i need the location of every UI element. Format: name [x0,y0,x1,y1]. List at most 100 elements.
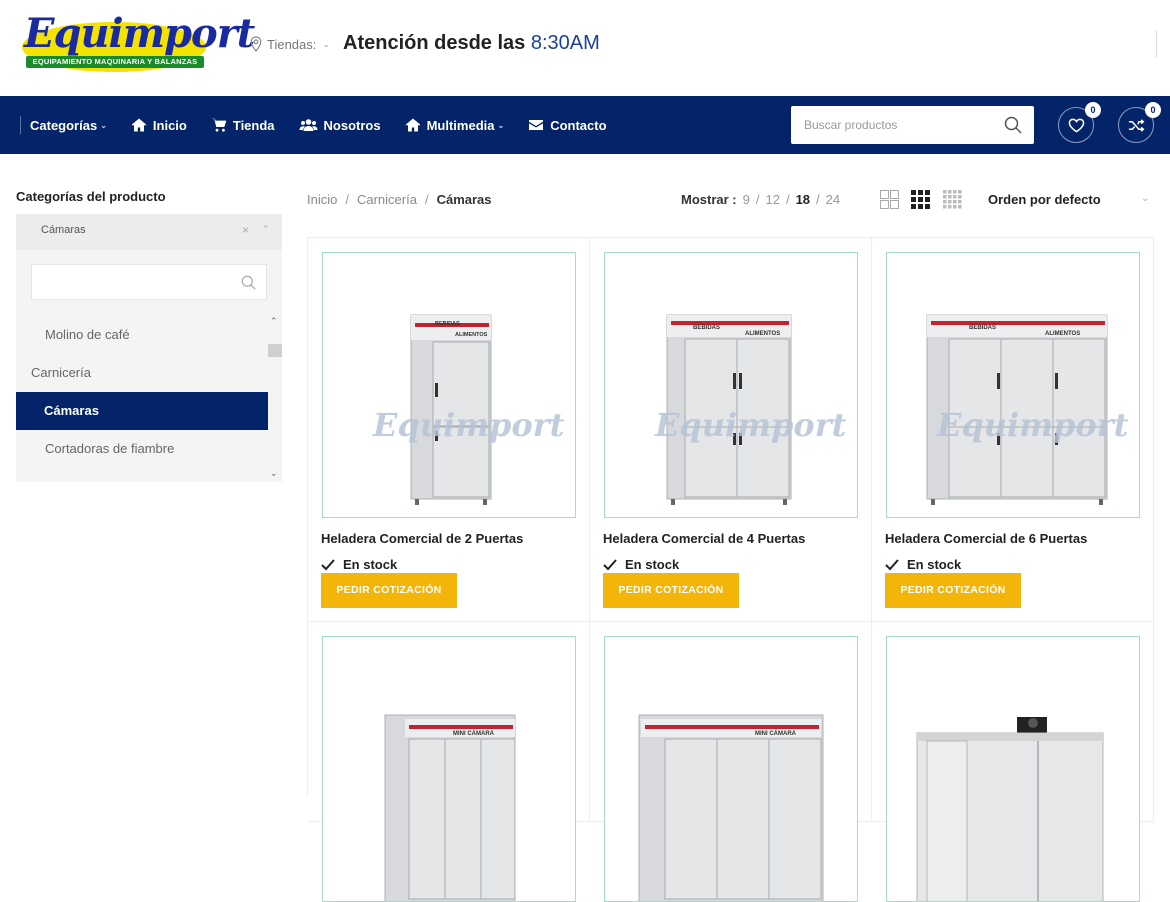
check-icon [885,558,899,570]
logo-word: Equimport [24,10,255,57]
wishlist-button[interactable]: 0 [1058,102,1101,143]
product-image[interactable] [886,636,1140,902]
category-item-cortadoras[interactable]: Cortadoras de fiambre [16,430,268,468]
stock-status: En stock [603,557,679,572]
per-page-label: Mostrar : [681,192,737,207]
mini-camara-label: MINI CÁMARA [453,730,495,737]
breadcrumb-link[interactable]: Carnicería [357,192,417,207]
category-item-molino[interactable]: Molino de café [16,316,268,354]
divider [1156,30,1157,58]
product-image[interactable]: MINI CÁMARA [322,636,576,902]
equimport-logo[interactable]: Equimport EQUIPAMIENTO MAQUINARIA Y BALA… [22,12,255,76]
per-page-option[interactable]: 12 [765,192,779,207]
home-icon [131,118,147,132]
search-icon [241,275,256,290]
category-search-field[interactable] [31,264,267,300]
stores-label: Tiendas: [267,36,317,52]
category-select[interactable]: Cámaras × ⌃ [16,214,282,250]
product-image[interactable]: BEBIDAS ALIMENTOS Equimport [322,252,576,518]
clear-icon[interactable]: × [242,223,249,237]
scroll-up-icon[interactable]: ⌃ [270,316,278,327]
search-input[interactable] [791,106,991,144]
product-card: BEBIDAS ALIMENTOS Equimport Heladera Com… [590,238,872,622]
check-icon [321,558,335,570]
nav-item-multimedia[interactable]: Multimedia ⌄ [405,117,504,133]
chevron-up-icon[interactable]: ⌃ [262,224,270,235]
fridge-6-door-image: BEBIDAS ALIMENTOS Equimport [926,314,1129,505]
chevron-down-icon[interactable]: ⌄ [1141,193,1149,204]
compare-count-badge: 0 [1145,102,1161,118]
grid-3-icon[interactable] [911,190,930,209]
mini-camara-image: MINI CÁMARA [384,714,516,901]
nav-label: Inicio [152,117,187,133]
compare-button[interactable]: 0 [1118,102,1161,143]
nav-label: Multimedia [426,117,495,133]
nav-item-contacto[interactable]: Contacto [528,117,607,133]
product-card: BEBIDAS ALIMENTOS Equimport Heladera Com… [872,238,1154,622]
product-image[interactable]: MINI CÁMARA [604,636,858,902]
sort-select[interactable]: Orden por defecto [988,192,1101,207]
bebidas-label: BEBIDAS [435,321,460,327]
cart-icon [211,118,227,132]
product-name[interactable]: Heladera Comercial de 4 Puertas [603,531,805,546]
bebidas-label: BEBIDAS [969,325,996,331]
search-icon[interactable] [1004,116,1022,134]
request-quote-button[interactable]: PEDIR COTIZACIÓN [321,573,457,608]
breadcrumb-current: Cámaras [436,192,492,207]
scrollbar-thumb[interactable] [268,344,282,357]
breadcrumb: Inicio / Carnicería / Cámaras [307,192,492,207]
separator: / [755,192,760,207]
per-page-option-selected[interactable]: 18 [796,192,810,207]
breadcrumb-separator: / [424,192,429,207]
per-page-option[interactable]: 9 [743,192,750,207]
separator: / [816,192,820,207]
alimentos-label: ALIMENTOS [455,332,488,338]
nav-label: Tienda [232,117,275,133]
grid-2-icon[interactable] [880,190,899,209]
nav-label: Nosotros [323,117,381,133]
divider [20,116,21,134]
breadcrumb-link[interactable]: Inicio [307,192,337,207]
product-grid: BEBIDAS ALIMENTOS Equimport Heladera Com… [307,237,1154,902]
request-quote-button[interactable]: PEDIR COTIZACIÓN [603,573,739,608]
category-item-camaras[interactable]: Cámaras [16,392,268,430]
product-image[interactable]: BEBIDAS ALIMENTOS Equimport [604,252,858,518]
nav-menu: Categorías ⌄ Inicio Tienda Nosotros Mult… [30,96,631,154]
alimentos-label: ALIMENTOS [1045,331,1080,337]
chevron-down-icon: ⌄ [322,38,330,49]
grid-view-switcher [880,190,963,209]
scrollbar[interactable]: ⌃ ⌄ [268,316,282,482]
watermark: Equimport [654,406,847,444]
attention-time: 8:30AM [530,32,600,54]
home-icon [405,118,420,132]
logo-tagline: EQUIPAMIENTO MAQUINARIA Y BALANZAS [26,56,204,68]
scroll-down-icon[interactable]: ⌄ [270,468,278,479]
product-image[interactable]: BEBIDAS ALIMENTOS Equimport [886,252,1140,518]
separator: / [785,192,790,207]
bebidas-label: BEBIDAS [693,325,720,331]
attention-hours: Atención desde las 8:30AM [343,32,600,55]
nav-item-inicio[interactable]: Inicio [131,117,187,133]
per-page-option[interactable]: 24 [826,192,840,207]
users-icon [299,119,318,131]
grid-4-icon[interactable] [942,190,963,209]
request-quote-button[interactable]: PEDIR COTIZACIÓN [885,573,1021,608]
attention-text: Atención desde las [343,32,526,54]
watermark: Equimport [372,406,565,444]
mini-camara-label: MINI CÁMARA [755,730,797,737]
wishlist-count-badge: 0 [1085,102,1101,118]
stock-label: En stock [625,557,680,572]
shuffle-icon [1128,118,1144,132]
sidebar-title: Categorías del producto [16,189,166,204]
product-name[interactable]: Heladera Comercial de 2 Puertas [321,531,523,546]
top-header: Equimport EQUIPAMIENTO MAQUINARIA Y BALA… [0,0,1170,96]
nav-item-nosotros[interactable]: Nosotros [299,117,381,133]
stock-label: En stock [907,557,962,572]
nav-item-categorias[interactable]: Categorías ⌄ [30,118,107,133]
nav-item-tienda[interactable]: Tienda [211,117,275,133]
stores-dropdown[interactable]: Tiendas: ⌄ [250,36,330,52]
breadcrumb-separator: / [345,192,349,207]
product-name[interactable]: Heladera Comercial de 6 Puertas [885,531,1087,546]
category-item-carniceria[interactable]: Carnicería [16,354,268,392]
heart-icon [1068,118,1084,133]
